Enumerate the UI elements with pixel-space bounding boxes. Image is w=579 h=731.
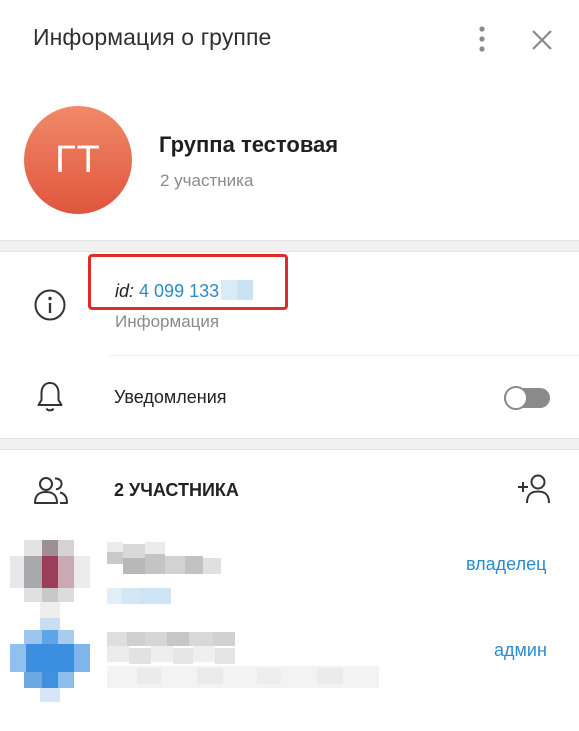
people-icon	[33, 474, 69, 506]
member-row[interactable]: админ	[0, 610, 579, 702]
group-avatar[interactable]: ГТ	[24, 106, 132, 214]
member-row[interactable]: владелец	[0, 530, 579, 622]
member-name-redacted	[107, 542, 221, 581]
bell-icon	[35, 380, 65, 414]
toggle-knob	[504, 386, 528, 410]
close-icon[interactable]	[528, 26, 556, 54]
id-redacted-block	[221, 280, 254, 300]
member-status-redacted	[107, 588, 171, 611]
section-separator	[0, 240, 579, 252]
page-title: Информация о группе	[33, 24, 272, 50]
add-member-icon[interactable]	[516, 472, 552, 506]
info-caption: Информация	[115, 312, 220, 331]
member-name-redacted	[107, 632, 379, 707]
more-vertical-icon[interactable]	[470, 24, 494, 54]
member-role: владелец	[466, 554, 547, 574]
group-name: Группа тестовая	[159, 132, 339, 157]
group-profile: ГТ Группа тестовая 2 участника	[0, 80, 579, 240]
info-icon	[33, 288, 67, 322]
members-title: 2 УЧАСТНИКА	[114, 480, 239, 500]
member-role: админ	[494, 640, 547, 660]
members-header: 2 УЧАСТНИКА	[0, 450, 579, 530]
section-separator	[0, 438, 579, 450]
info-row[interactable]: id: 4 099 133 Информация	[0, 252, 579, 356]
group-id[interactable]: id: 4 099 133	[115, 280, 254, 302]
notifications-label: Уведомления	[114, 387, 227, 407]
group-members-count: 2 участника	[160, 171, 254, 190]
avatar-initials: ГТ	[55, 138, 101, 181]
header: Информация о группе	[0, 0, 579, 80]
id-label: id:	[115, 281, 135, 301]
id-value[interactable]: 4 099 133	[139, 281, 219, 301]
member-avatar	[10, 618, 92, 702]
notifications-toggle[interactable]	[504, 386, 550, 410]
notifications-row[interactable]: Уведомления	[0, 356, 579, 438]
